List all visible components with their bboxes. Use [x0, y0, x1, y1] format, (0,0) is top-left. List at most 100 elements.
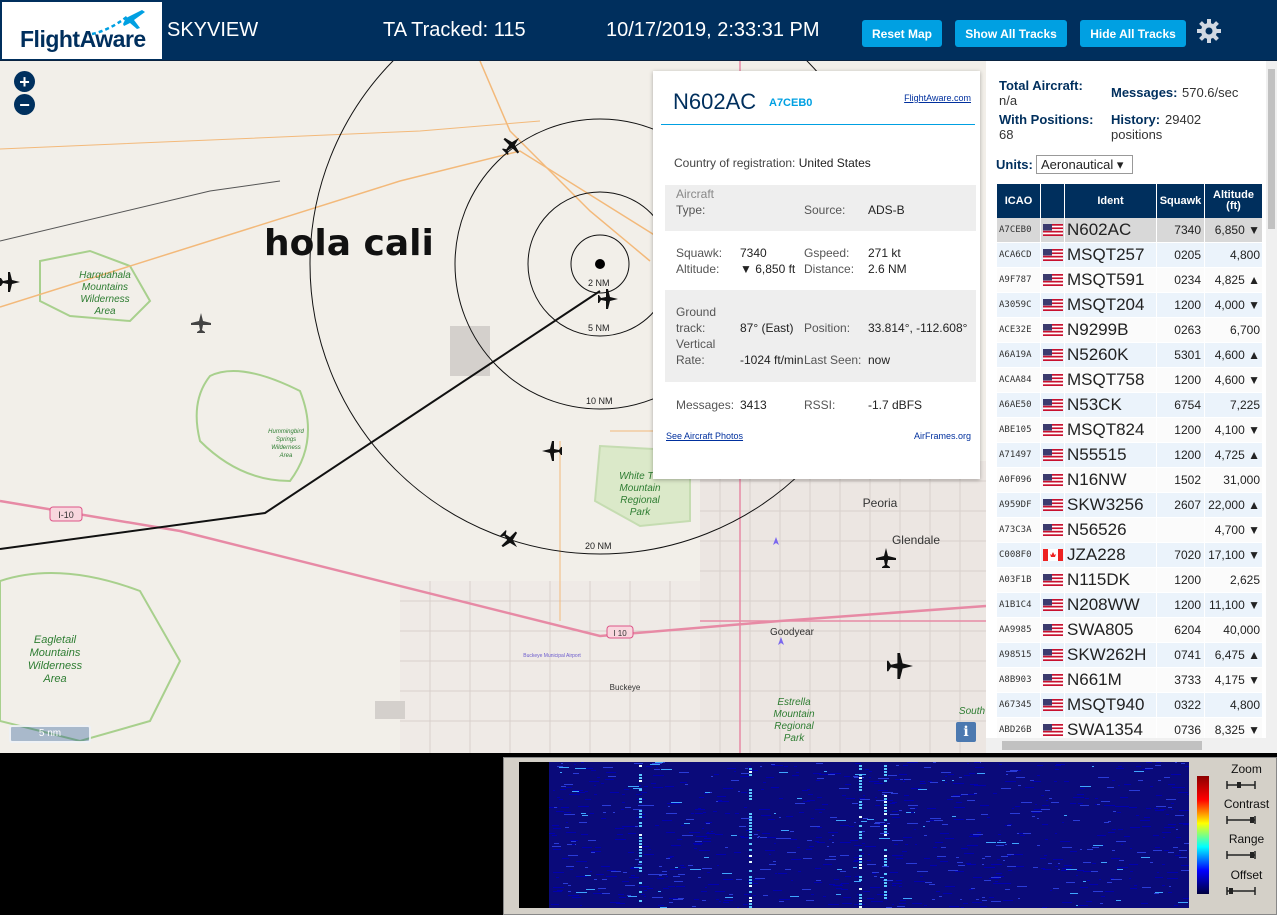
rssi-value: -1.7 dBFS [868, 398, 923, 412]
show-all-tracks-button[interactable]: Show All Tracks [955, 20, 1067, 47]
svg-text:2 NM: 2 NM [588, 278, 610, 288]
vertical-scrollbar[interactable] [1266, 61, 1277, 738]
reset-map-button[interactable]: Reset Map [862, 20, 942, 47]
cell-ident: MSQT591 [1065, 268, 1157, 292]
gear-icon[interactable] [1196, 18, 1222, 44]
total-aircraft-label: Total Aircraft: [999, 78, 1083, 93]
cell-ident: N602AC [1065, 218, 1157, 242]
table-row[interactable]: A7CEB0 N602AC 7340 6,850 ▼ [997, 218, 1263, 243]
vertical-value: -1024 ft/min [740, 353, 804, 367]
flightaware-link[interactable]: FlightAware.com [904, 93, 971, 103]
lastseen-value: now [868, 353, 891, 367]
table-row[interactable]: A6A19A N5260K 5301 4,600 ▲ [997, 343, 1263, 368]
us-flag-icon [1041, 643, 1065, 667]
us-flag-icon [1041, 443, 1065, 467]
flightaware-logo[interactable]: FlightAware [2, 2, 162, 59]
cell-ident: N115DK [1065, 568, 1157, 592]
cell-altitude: 4,800 [1205, 693, 1263, 717]
us-flag-icon [1041, 218, 1065, 242]
horizontal-scrollbar[interactable] [986, 738, 1277, 753]
table-row[interactable]: A6AE50 N53CK 6754 7,225 [997, 393, 1263, 418]
cell-squawk: 1200 [1157, 443, 1205, 467]
us-flag-icon [1041, 243, 1065, 267]
table-row[interactable]: ACE32E N9299B 0263 6,700 [997, 318, 1263, 343]
cell-ident: N53CK [1065, 393, 1157, 417]
contrast-label: Contrast [1223, 797, 1270, 811]
col-flag[interactable] [1041, 184, 1065, 218]
waterfall-spectrum [519, 762, 1189, 908]
table-row[interactable]: A0F096 N16NW 1502 31,000 [997, 468, 1263, 493]
cell-altitude: 7,225 [1205, 393, 1263, 417]
svg-text:Springs: Springs [276, 437, 296, 443]
aircraft-photos-link[interactable]: See Aircraft Photos [666, 431, 743, 441]
logo-text: FlightAware [20, 26, 146, 52]
svg-text:I 10: I 10 [613, 629, 627, 638]
table-row[interactable]: A3059C MSQT204 1200 4,000 ▼ [997, 293, 1263, 318]
zoom-label: Zoom [1231, 762, 1262, 776]
cell-altitude: 31,000 [1205, 468, 1263, 492]
map-view[interactable]: 2 NM 5 NM 10 NM 20 NM Harquahala Mountai… [0, 61, 986, 753]
table-row[interactable]: A71497 N55515 1200 4,725 ▲ [997, 443, 1263, 468]
us-flag-icon [1041, 343, 1065, 367]
zoom-out-button[interactable]: − [14, 94, 35, 115]
table-row[interactable]: A67345 MSQT940 0322 4,800 [997, 693, 1263, 718]
hide-all-tracks-button[interactable]: Hide All Tracks [1080, 20, 1186, 47]
history-value: 29402 positions [1111, 112, 1202, 142]
table-row[interactable]: A73C3A N56526 4,700 ▼ [997, 518, 1263, 543]
with-positions-label: With Positions: [999, 112, 1094, 127]
svg-text:Area: Area [93, 306, 116, 317]
cell-squawk: 0322 [1157, 693, 1205, 717]
table-row[interactable]: A1B1C4 N208WW 1200 11,100 ▼ [997, 593, 1263, 618]
color-scale [1197, 776, 1209, 894]
table-row[interactable]: C008F0 JZA228 7020 17,100 ▼ [997, 543, 1263, 568]
table-row[interactable]: A959DF SKW3256 2607 22,000 ▲ [997, 493, 1263, 518]
table-row[interactable]: A98515 SKW262H 0741 6,475 ▲ [997, 643, 1263, 668]
messages-label: Messages: [676, 398, 735, 412]
svg-text:Eagletail: Eagletail [34, 634, 77, 646]
table-row[interactable]: A03F1B N115DK 1200 2,625 [997, 568, 1263, 593]
col-squawk[interactable]: Squawk [1157, 184, 1205, 218]
svg-text:Harquahala: Harquahala [79, 270, 131, 281]
col-ident[interactable]: Ident [1065, 184, 1157, 218]
cell-ident: MSQT824 [1065, 418, 1157, 442]
side-panel: Total Aircraft: n/a Messages: 570.6/sec … [986, 61, 1277, 753]
col-altitude[interactable]: Altitude (ft) [1205, 184, 1263, 218]
table-row[interactable]: ABD26B SWA1354 0736 8,325 ▼ [997, 718, 1263, 739]
cell-icao: A67345 [997, 693, 1041, 717]
zoom-in-button[interactable]: + [14, 71, 35, 92]
info-button[interactable]: i [956, 722, 976, 742]
offset-label: Offset [1230, 868, 1263, 882]
cell-ident: MSQT204 [1065, 293, 1157, 317]
altitude-label: Altitude: [676, 262, 720, 276]
svg-text:Wilderness: Wilderness [80, 294, 129, 305]
cell-icao: A98515 [997, 643, 1041, 667]
cell-altitude: 17,100 ▼ [1205, 543, 1263, 567]
table-row[interactable]: ACAA84 MSQT758 1200 4,600 ▼ [997, 368, 1263, 393]
table-row[interactable]: A9F787 MSQT591 0234 4,825 ▲ [997, 268, 1263, 293]
contrast-slider[interactable] [1226, 816, 1256, 824]
svg-text:Wilderness: Wilderness [28, 660, 83, 672]
range-slider[interactable] [1226, 851, 1256, 859]
ground-label-1: Ground [676, 305, 717, 319]
table-row[interactable]: ACA6CD MSQT257 0205 4,800 [997, 243, 1263, 268]
table-row[interactable]: A8B903 N661M 3733 4,175 ▼ [997, 668, 1263, 693]
cell-icao: A0F096 [997, 468, 1041, 492]
popup-block-speed: Squawk: 7340 Gspeed: 271 kt Altitude: ▼ … [665, 236, 976, 284]
cell-icao: A959DF [997, 493, 1041, 517]
current-datetime: 10/17/2019, 2:33:31 PM [606, 19, 820, 41]
airframes-link[interactable]: AirFrames.org [914, 431, 971, 441]
zoom-slider[interactable] [1226, 781, 1256, 789]
units-select[interactable]: Aeronautical ▾ [1036, 155, 1133, 174]
offset-slider[interactable] [1226, 887, 1256, 895]
cell-icao: A1B1C4 [997, 593, 1041, 617]
table-row[interactable]: AA9985 SWA805 6204 40,000 [997, 618, 1263, 643]
us-flag-icon [1041, 668, 1065, 692]
col-icao[interactable]: ICAO [997, 184, 1041, 218]
svg-text:Park: Park [630, 507, 652, 518]
table-row[interactable]: ABE105 MSQT824 1200 4,100 ▼ [997, 418, 1263, 443]
cell-icao: A8B903 [997, 668, 1041, 692]
cell-ident: SWA1354 [1065, 718, 1157, 739]
us-flag-icon [1041, 393, 1065, 417]
svg-text:Mountains: Mountains [30, 647, 81, 659]
cell-altitude: 4,175 ▼ [1205, 668, 1263, 692]
